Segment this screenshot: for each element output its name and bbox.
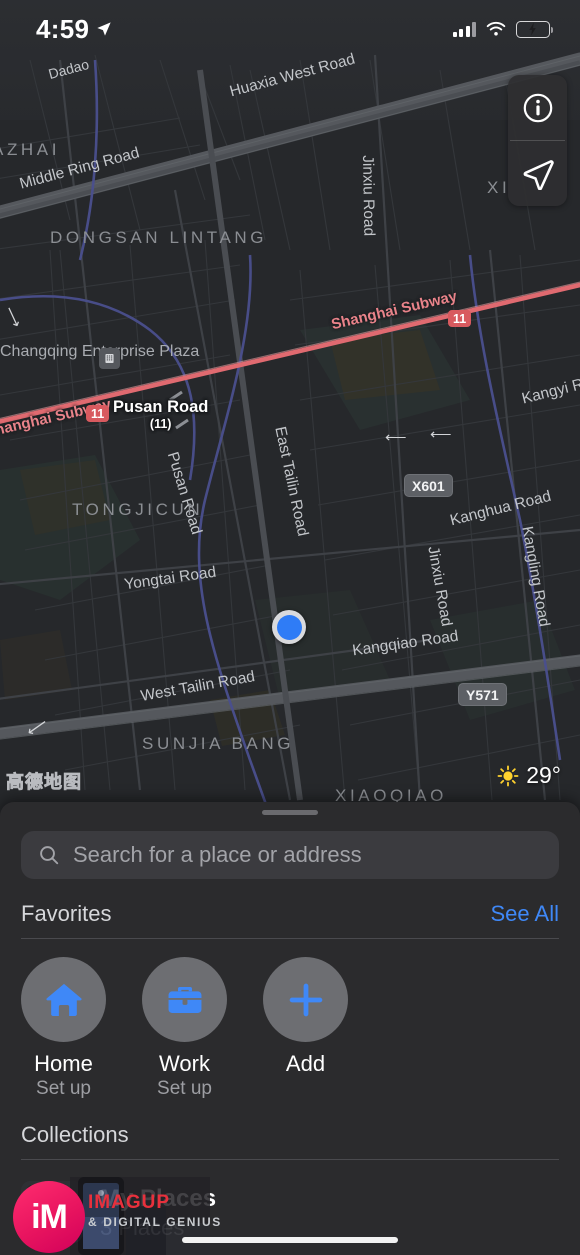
favorite-sublabel: Set up	[157, 1078, 212, 1099]
map-tiles	[0, 0, 580, 810]
section-divider	[21, 1159, 559, 1160]
navigation-arrow-icon	[523, 159, 554, 190]
search-icon	[40, 846, 59, 865]
charging-bolt-icon	[529, 22, 536, 36]
status-bar-right	[452, 20, 554, 38]
favorite-sublabel: Set up	[36, 1078, 91, 1099]
recenter-button[interactable]	[508, 141, 567, 206]
cellular-bars-icon	[452, 21, 476, 37]
collections-list: My Places 3 Places	[0, 1172, 580, 1243]
home-indicator	[182, 1237, 398, 1243]
maps-app-screen: Dadao AZHAI Middle Ring Road Huaxia West…	[0, 0, 580, 1255]
bottom-sheet[interactable]: Search for a place or address Favorites …	[0, 802, 580, 1255]
status-clock: 4:59	[36, 13, 90, 44]
collections-header: Collections	[0, 1122, 580, 1148]
home-icon	[45, 983, 82, 1016]
status-bar-left: 4:59	[36, 14, 112, 45]
favorite-icon-circle	[142, 957, 227, 1042]
collections-title: Collections	[21, 1122, 129, 1147]
collection-thumbnail	[21, 1181, 83, 1243]
search-placeholder: Search for a place or address	[73, 842, 362, 867]
weather-widget[interactable]: 29°	[497, 762, 561, 789]
status-bar: 4:59	[0, 0, 580, 58]
favorites-row: Home Set up Work Set up Add	[0, 939, 580, 1100]
favorites-see-all-link[interactable]: See All	[491, 901, 560, 927]
wifi-icon	[486, 21, 506, 36]
list-item[interactable]: My Places 3 Places	[0, 1172, 580, 1243]
map-attribution-logo: 高德地图	[6, 772, 82, 793]
info-button[interactable]	[508, 75, 567, 140]
favorites-header: Favorites See All	[0, 901, 580, 927]
favorite-add-button[interactable]: Add	[263, 957, 348, 1100]
current-location-dot	[272, 610, 306, 644]
sun-icon	[497, 765, 519, 786]
battery-charging-icon	[516, 20, 554, 38]
favorite-label: Home	[34, 1051, 93, 1076]
search-input[interactable]: Search for a place or address	[21, 831, 559, 879]
favorites-title: Favorites	[21, 901, 112, 926]
favorite-work-button[interactable]: Work Set up	[142, 957, 227, 1100]
favorite-home-button[interactable]: Home Set up	[21, 957, 106, 1100]
thumbnail-image	[21, 1181, 83, 1243]
location-arrow-icon	[97, 22, 111, 36]
info-circle-icon	[523, 93, 552, 122]
temperature-value: 29°	[526, 762, 561, 788]
favorite-label: Work	[159, 1051, 210, 1076]
favorite-icon-circle	[21, 957, 106, 1042]
sheet-grabber[interactable]	[262, 810, 318, 815]
favorite-label: Add	[285, 1051, 326, 1076]
plus-icon	[289, 983, 322, 1016]
briefcase-icon	[168, 986, 201, 1013]
map-controls-panel	[508, 75, 567, 206]
favorite-icon-circle	[263, 957, 348, 1042]
collection-name: My Places	[100, 1185, 217, 1212]
collection-texts: My Places 3 Places	[100, 1183, 216, 1241]
